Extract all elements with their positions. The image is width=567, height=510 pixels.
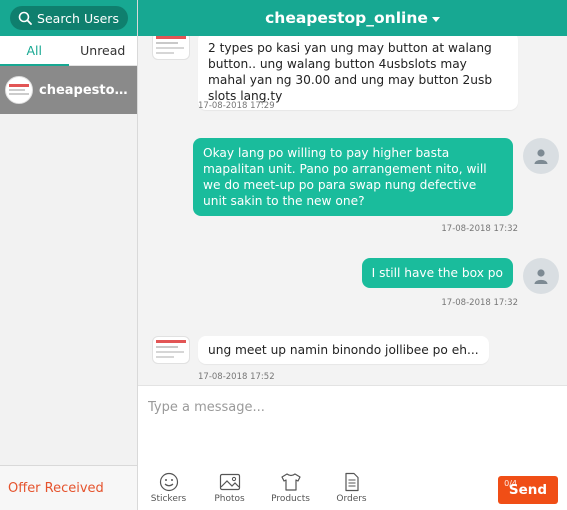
message-bubble: 2 types po kasi yan ung may button at wa… [198,36,518,110]
tab-all[interactable]: All [0,36,69,66]
search-icon [18,11,32,25]
stickers-label: Stickers [150,494,187,504]
message-bubble: ung meet up namin binondo jollibee po eh… [198,336,489,364]
shop-avatar [152,36,190,60]
message-outgoing: I still have the box po [361,258,559,294]
search-users-label: Search Users [37,10,119,26]
chat-title: cheapestop_online [265,9,428,27]
photos-button[interactable]: Photos [199,472,260,504]
stickers-button[interactable]: Stickers [138,472,199,504]
message-bubble: Okay lang po willing to pay higher basta… [193,138,513,216]
message-incoming: 2 types po kasi yan ung may button at wa… [152,36,518,110]
message-bubble: I still have the box po [361,258,513,288]
image-icon [219,473,240,491]
orders-button[interactable]: Orders [321,472,382,504]
sidebar-header: Search Users [0,0,137,36]
smiley-icon [159,472,178,492]
message-timestamp: 17-08-2018 17:32 [441,224,518,234]
chevron-down-icon [431,16,440,22]
products-button[interactable]: Products [260,472,321,504]
character-count: 0/4 [504,479,517,488]
offer-received-link[interactable]: Offer Received [0,465,137,510]
conversation-sidebar: Search Users All Unread cheapestop_... O… [0,0,138,510]
composer-toolbar: Stickers Photos Products Orders [138,472,382,504]
tab-unread[interactable]: Unread [69,36,138,65]
conversation-name: cheapestop_... [39,82,135,98]
user-avatar [523,258,559,294]
orders-label: Orders [336,494,367,504]
message-list[interactable]: 2 types po kasi yan ung may button at wa… [138,36,567,385]
search-users-button[interactable]: Search Users [9,6,128,30]
message-composer: Stickers Photos Products [138,385,567,510]
message-timestamp: 17-08-2018 17:52 [198,372,275,382]
message-incoming: ung meet up namin binondo jollibee po eh… [152,336,489,364]
shop-avatar [5,76,33,104]
conversation-item[interactable]: cheapestop_... [0,66,137,114]
person-icon [534,149,548,164]
document-icon [344,472,359,492]
photos-label: Photos [214,494,245,504]
shop-avatar [152,336,190,364]
conversation-tabs: All Unread [0,36,137,66]
shirt-icon [280,473,301,491]
message-timestamp: 17-08-2018 17:32 [441,298,518,308]
chat-panel: cheapestop_online 2 types po kasi yan un… [138,0,567,510]
products-label: Products [271,494,310,504]
chat-header[interactable]: cheapestop_online [138,0,567,36]
user-avatar [523,138,559,174]
message-input[interactable] [148,396,548,418]
message-outgoing: Okay lang po willing to pay higher basta… [193,138,559,216]
person-icon [534,269,548,284]
message-timestamp: 17-08-2018 17:29 [198,101,275,111]
